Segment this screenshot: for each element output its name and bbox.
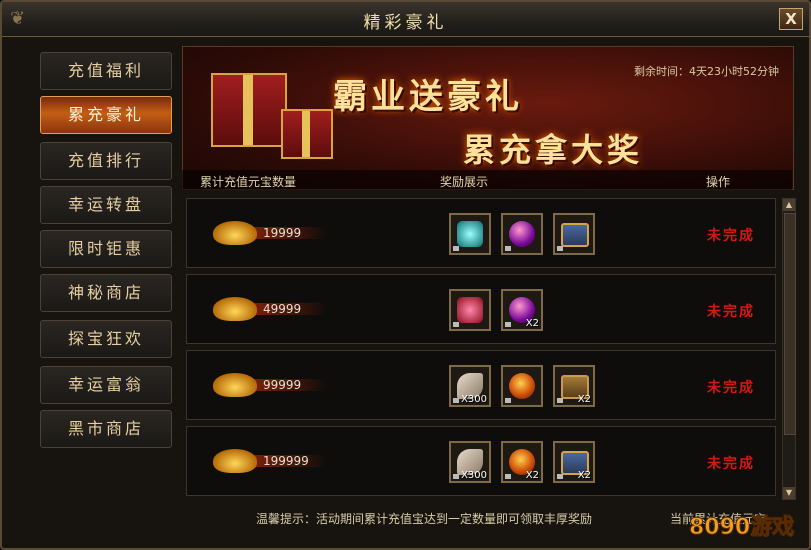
threshold-amount: 49999: [263, 302, 302, 316]
banner-headline: 霸业送豪礼: [333, 77, 523, 117]
reward-slot[interactable]: X2: [501, 441, 543, 483]
gold-ingot-icon: [213, 449, 257, 473]
countdown-timer: 剩余时间：4天23小时52分钟: [634, 65, 779, 78]
reward-slot[interactable]: [553, 213, 595, 255]
watermark-text: 8090游戏: [689, 514, 794, 540]
title-bar: ❦ 精彩豪礼 X: [2, 2, 809, 37]
scroll-up-icon[interactable]: ▲: [783, 199, 795, 211]
threshold-amount: 19999: [263, 226, 302, 240]
header-action: 操作: [706, 175, 731, 189]
sidebar-item-recharge-welfare[interactable]: 充值福利: [40, 52, 172, 90]
sidebar-item-limited-deals[interactable]: 限时钜惠: [40, 230, 172, 268]
reward-quantity: X300: [461, 470, 487, 481]
threshold-amount: 99999: [263, 378, 302, 392]
reward-quantity: X2: [577, 394, 591, 405]
gift-box-icon: [211, 73, 287, 147]
lock-icon: [505, 474, 511, 479]
lock-icon: [453, 322, 459, 327]
banner-subheadline: 累充拿大奖: [463, 131, 644, 169]
purple-orb-icon: [509, 221, 535, 247]
status-badge: 未完成: [707, 380, 755, 396]
lock-icon: [505, 246, 511, 251]
gold-ingot-icon: [213, 297, 257, 321]
reward-quantity: X300: [461, 394, 487, 405]
gold-ingot-icon: [213, 221, 257, 245]
reward-slot[interactable]: [449, 289, 491, 331]
reward-slot[interactable]: [501, 365, 543, 407]
reward-slot[interactable]: X300: [449, 365, 491, 407]
sidebar: 充值福利 累充豪礼 充值排行 幸运转盘 限时钜惠 神秘商店 探宝狂欢 幸运富翁 …: [26, 46, 176, 506]
sidebar-item-black-market[interactable]: 黑市商店: [40, 410, 172, 448]
lock-icon: [557, 246, 563, 251]
sidebar-item-treasure-carnival[interactable]: 探宝狂欢: [40, 320, 172, 358]
reward-slot[interactable]: X2: [553, 441, 595, 483]
gold-ingot-icon: [213, 373, 257, 397]
header-amount: 累计充值元宝数量: [200, 175, 297, 189]
reward-slot[interactable]: [449, 213, 491, 255]
lock-icon: [505, 398, 511, 403]
event-banner: 霸业送豪礼 累充拿大奖 剩余时间：4天23小时52分钟: [182, 46, 794, 190]
table-header: 累计充值元宝数量 奖励展示 操作: [182, 170, 792, 190]
treasure-chest-icon: [561, 223, 589, 247]
scrollbar[interactable]: ▲ ▼: [782, 198, 796, 500]
lock-icon: [453, 474, 459, 479]
threshold-amount: 199999: [263, 454, 309, 468]
sidebar-item-lucky-wheel[interactable]: 幸运转盘: [40, 186, 172, 224]
status-badge: 未完成: [707, 456, 755, 472]
lock-icon: [453, 398, 459, 403]
header-rewards: 奖励展示: [440, 175, 489, 189]
table-row: 99999 X300 X2 未完成: [186, 350, 776, 420]
reward-slot[interactable]: [501, 213, 543, 255]
lock-icon: [557, 474, 563, 479]
event-window: ❦ 精彩豪礼 X 充值福利 累充豪礼 充值排行 幸运转盘 限时钜惠 神秘商店 探…: [0, 0, 811, 550]
scroll-thumb[interactable]: [784, 213, 796, 435]
sidebar-item-mystery-shop[interactable]: 神秘商店: [40, 274, 172, 312]
reward-slot[interactable]: X2: [501, 289, 543, 331]
sidebar-item-cumulative-gifts[interactable]: 累充豪礼: [40, 96, 172, 134]
reward-quantity: X2: [577, 470, 591, 481]
reward-slot[interactable]: X300: [449, 441, 491, 483]
fire-orb-icon: [509, 373, 535, 399]
lock-icon: [505, 322, 511, 327]
table-row: 19999 未完成: [186, 198, 776, 268]
lock-icon: [557, 398, 563, 403]
crystal-icon: [457, 221, 483, 247]
lock-icon: [453, 246, 459, 251]
close-button[interactable]: X: [779, 8, 803, 30]
status-badge: 未完成: [707, 304, 755, 320]
red-crystal-icon: [457, 297, 483, 323]
reward-list: 19999 未完成 49999 X2 未完成 99999 X300 X2 未完成…: [182, 196, 780, 498]
gift-box-small-icon: [281, 109, 333, 159]
status-badge: 未完成: [707, 228, 755, 244]
reward-quantity: X2: [525, 470, 539, 481]
reward-slot[interactable]: X2: [553, 365, 595, 407]
table-row: 199999 X300 X2 X2 未完成: [186, 426, 776, 496]
site-logo: 8090游戏: [689, 514, 795, 541]
window-title: 精彩豪礼: [363, 13, 448, 33]
sidebar-item-lucky-tycoon[interactable]: 幸运富翁: [40, 366, 172, 404]
sidebar-item-recharge-ranking[interactable]: 充值排行: [40, 142, 172, 180]
reward-quantity: X2: [525, 318, 539, 329]
scroll-down-icon[interactable]: ▼: [783, 487, 795, 499]
table-row: 49999 X2 未完成: [186, 274, 776, 344]
hint-text: 温馨提示：活动期间累计充值宝达到一定数量即可领取丰厚奖励: [256, 512, 593, 526]
